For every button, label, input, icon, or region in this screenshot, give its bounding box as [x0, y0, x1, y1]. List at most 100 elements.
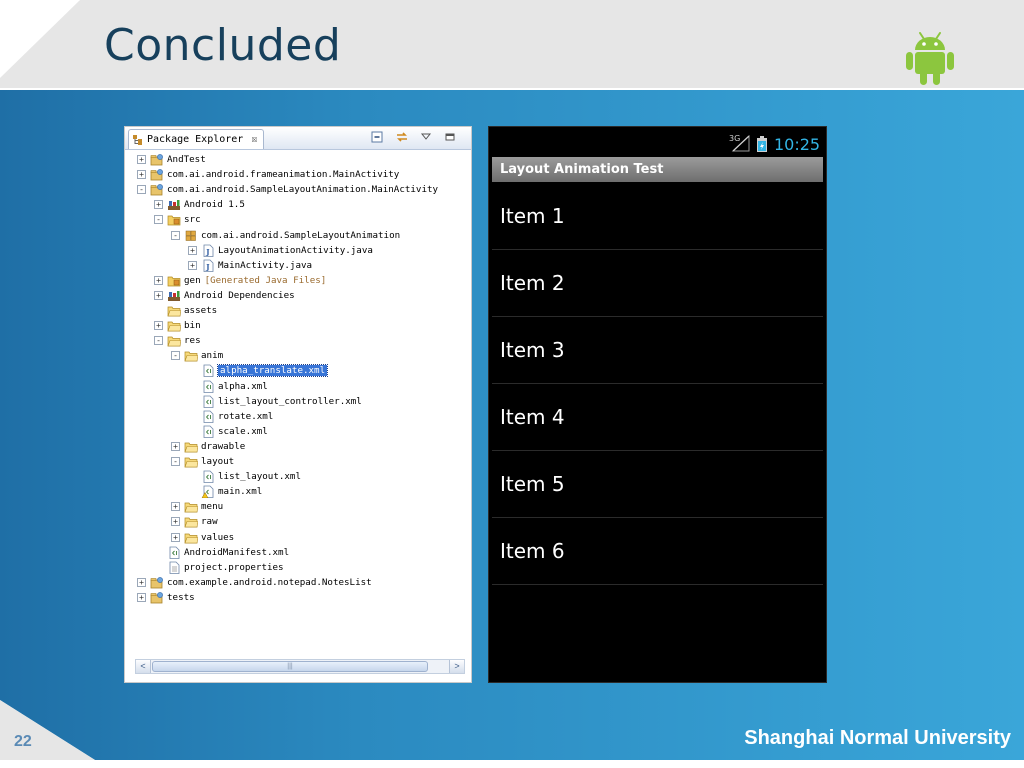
tree-item-label: tests [167, 591, 195, 603]
tree-item[interactable]: + bin [154, 318, 201, 333]
expand-icon[interactable]: + [137, 577, 146, 587]
battery-charging-icon [757, 136, 767, 152]
scroll-thumb[interactable]: ||| [152, 661, 428, 672]
xml-file-icon [203, 470, 214, 483]
tree-item-label: rotate.xml [218, 410, 274, 422]
expand-icon[interactable]: + [188, 245, 197, 255]
tree-item[interactable]: list_layout.xml [188, 469, 301, 484]
expand-icon[interactable]: + [154, 290, 163, 300]
android-robot-icon [906, 32, 954, 85]
expand-icon[interactable]: + [171, 502, 180, 512]
project-icon [150, 154, 163, 166]
tree-item[interactable]: AndroidManifest.xml [154, 545, 289, 560]
tree-item-label: MainActivity.java [218, 259, 313, 271]
expand-icon[interactable]: + [171, 441, 180, 451]
tree-item-label: com.ai.android.frameanimation.MainActivi… [167, 169, 400, 181]
expand-icon[interactable]: + [137, 155, 146, 164]
folder-icon [167, 336, 181, 347]
expand-icon[interactable]: + [171, 517, 180, 527]
tree-item[interactable]: + gen [Generated Java Files] [154, 273, 326, 288]
scroll-right-button[interactable]: > [449, 660, 464, 673]
tree-item[interactable]: alpha_translate.xml [188, 363, 329, 378]
scroll-left-button[interactable]: < [136, 660, 151, 673]
list-item[interactable]: Item 2 [492, 250, 823, 317]
source-folder-icon [167, 276, 181, 287]
folder-icon [167, 306, 181, 317]
minimize-icon[interactable] [443, 130, 457, 144]
close-icon[interactable]: ☒ [251, 131, 257, 149]
tree-item[interactable]: + Android 1.5 [154, 197, 245, 212]
tree-item-decoration: [Generated Java Files] [204, 274, 327, 286]
text-file-icon [169, 561, 180, 574]
expand-icon[interactable]: + [154, 275, 163, 285]
tree-item[interactable]: scale.xml [188, 424, 268, 439]
collapse-icon[interactable]: - [137, 185, 146, 195]
xml-file-icon [203, 364, 214, 378]
svg-text:J: J [205, 262, 210, 271]
tree-item-label: menu [201, 501, 224, 513]
tree-item[interactable]: + Android Dependencies [154, 288, 295, 303]
tree-item-label: AndroidManifest.xml [184, 546, 290, 558]
tree-item[interactable]: + raw [171, 514, 218, 529]
xml-file-icon [203, 410, 214, 423]
tree-item[interactable]: rotate.xml [188, 409, 273, 424]
expand-icon[interactable]: + [137, 170, 146, 180]
tree-item[interactable]: + menu [171, 499, 223, 514]
horizontal-scrollbar[interactable]: < ||| > [135, 659, 465, 674]
tree-item-label: alpha.xml [218, 380, 268, 392]
tree-item[interactable]: - layout [171, 454, 234, 469]
tree-item[interactable]: + com.ai.android.frameanimation.MainActiv… [137, 167, 399, 182]
tree-item[interactable]: - src [154, 212, 201, 227]
package-icon [185, 230, 196, 241]
tree-item[interactable]: + tests [137, 590, 195, 605]
list-item[interactable]: Item 4 [492, 384, 823, 451]
list-item[interactable]: Item 3 [492, 317, 823, 384]
tree-item[interactable]: - anim [171, 348, 223, 363]
folder-icon [184, 442, 198, 453]
collapse-icon[interactable]: - [154, 215, 163, 225]
tree-item[interactable]: + values [171, 530, 234, 545]
view-menu-icon[interactable] [419, 130, 433, 144]
list-item[interactable]: Item 5 [492, 451, 823, 518]
tree-item[interactable]: list_layout_controller.xml [188, 394, 362, 409]
package-explorer-tab[interactable]: Package Explorer ☒ [128, 129, 265, 149]
expand-icon[interactable]: + [154, 200, 163, 210]
tree-item-label: com.ai.android.SampleLayoutAnimation.Mai… [167, 184, 439, 196]
folder-icon [167, 321, 181, 332]
collapse-icon[interactable]: - [171, 457, 180, 466]
tree-item[interactable]: + J LayoutAnimationActivity.java [188, 243, 373, 258]
collapse-icon[interactable]: - [154, 336, 163, 346]
tree-item[interactable]: + drawable [171, 439, 245, 454]
collapse-all-icon[interactable] [371, 130, 385, 144]
expand-icon[interactable]: + [137, 592, 146, 602]
tree-item[interactable]: - res [154, 333, 201, 348]
link-with-editor-icon[interactable] [395, 130, 409, 144]
expand-icon[interactable]: + [154, 321, 163, 331]
java-file-icon: J [203, 244, 214, 257]
tree-item-label: main.xml [218, 486, 263, 498]
tree-item[interactable]: project.properties [154, 560, 284, 575]
tree-item[interactable]: + J MainActivity.java [188, 258, 312, 273]
tree-item[interactable]: alpha.xml [188, 379, 268, 394]
project-icon [150, 576, 163, 589]
tree-item[interactable]: - com.ai.android.SampleLayoutAnimation.Ma… [137, 182, 438, 197]
tree-item[interactable]: + com.example.android.notepad.NotesList [137, 575, 372, 590]
tree-item[interactable]: - com.ai.android.SampleLayoutAnimation [171, 228, 400, 243]
item-list: Item 1 Item 2 Item 3 Item 4 Item 5 Item 6 [492, 183, 823, 585]
library-icon [168, 200, 180, 211]
tree-item[interactable]: main.xml [188, 484, 262, 499]
list-item[interactable]: Item 1 [492, 183, 823, 250]
tree-item[interactable]: assets [154, 303, 217, 318]
collapse-icon[interactable]: - [171, 351, 180, 361]
expand-icon[interactable]: + [171, 532, 180, 542]
tree-item-label: com.example.android.notepad.NotesList [167, 576, 372, 588]
tree-item[interactable]: + AndTest [137, 152, 206, 167]
list-item[interactable]: Item 6 [492, 518, 823, 585]
expand-icon[interactable]: + [188, 260, 197, 270]
collapse-icon[interactable]: - [171, 230, 180, 240]
